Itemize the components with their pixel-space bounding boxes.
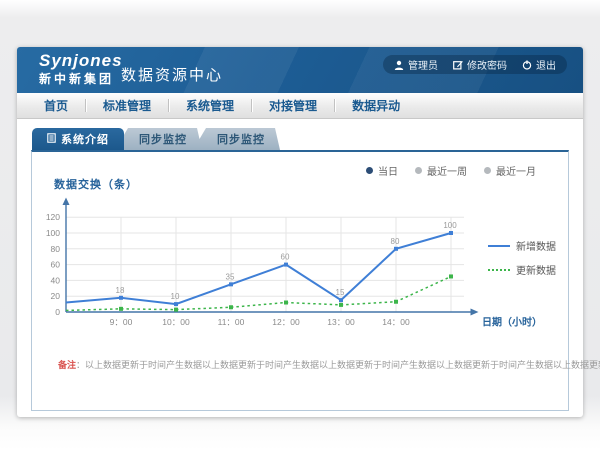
svg-text:18: 18 bbox=[116, 286, 125, 295]
nav-item-系统管理[interactable]: 系统管理 bbox=[169, 97, 251, 114]
doc-icon bbox=[47, 133, 56, 146]
svg-text:0: 0 bbox=[55, 307, 60, 317]
svg-text:100: 100 bbox=[46, 228, 60, 238]
filter-dot bbox=[366, 167, 373, 174]
svg-text:14：00: 14：00 bbox=[382, 317, 410, 327]
svg-text:35: 35 bbox=[226, 272, 235, 281]
filter-label: 最近一周 bbox=[427, 163, 467, 178]
footer-note: 备注：以上数据更新于时间产生数据以上数据更新于时间产生数据以上数据更新于时间产生… bbox=[58, 358, 600, 371]
legend-label: 新增数据 bbox=[516, 238, 556, 253]
logo-brand-text: Synjones bbox=[39, 52, 123, 71]
filter-最近一周[interactable]: 最近一周 bbox=[415, 163, 467, 178]
footer-note-text: ：以上数据更新于时间产生数据以上数据更新于时间产生数据以上数据更新于时间产生数据… bbox=[76, 360, 600, 370]
legend-swatch bbox=[488, 269, 510, 271]
user-icon bbox=[394, 60, 404, 70]
svg-text:10: 10 bbox=[171, 292, 180, 301]
tab-bar: 系统介绍 同步监控 同步监控 bbox=[32, 128, 569, 150]
svg-text:13：00: 13：00 bbox=[327, 317, 355, 327]
tab-label: 同步监控 bbox=[139, 131, 187, 147]
logout-icon bbox=[522, 60, 532, 70]
svg-text:日期（小时）: 日期（小时） bbox=[482, 316, 542, 329]
tab-同步监控-2[interactable]: 同步监控 bbox=[193, 128, 280, 150]
user-menu-item-label: 退出 bbox=[536, 57, 556, 72]
svg-text:12：00: 12：00 bbox=[272, 317, 300, 327]
user-menu: 管理员 修改密码 退出 bbox=[383, 55, 567, 74]
svg-text:11：00: 11：00 bbox=[218, 317, 245, 327]
tab-同步监控-1[interactable]: 同步监控 bbox=[115, 128, 202, 150]
filter-label: 最近一月 bbox=[496, 163, 536, 178]
user-menu-item-label: 修改密码 bbox=[467, 57, 507, 72]
series-legend: 新增数据更新数据 bbox=[488, 238, 556, 277]
company-logo: Synjones 新中新集团 bbox=[39, 52, 123, 86]
app-header: Synjones 新中新集团 数据资源中心 管理员 修改密码 退出 bbox=[17, 47, 583, 93]
user-menu-item-label: 管理员 bbox=[408, 57, 438, 72]
filter-最近一月[interactable]: 最近一月 bbox=[484, 163, 536, 178]
nav-item-标准管理[interactable]: 标准管理 bbox=[86, 97, 168, 114]
svg-text:60: 60 bbox=[51, 260, 61, 270]
svg-text:40: 40 bbox=[51, 275, 61, 285]
filter-dot bbox=[484, 167, 491, 174]
svg-text:10：00: 10：00 bbox=[162, 317, 190, 327]
filter-dot bbox=[415, 167, 422, 174]
main-nav: 首页标准管理系统管理对接管理数据异动 bbox=[17, 93, 583, 119]
logo-company-name: 新中新集团 bbox=[39, 73, 123, 86]
svg-text:15: 15 bbox=[336, 288, 345, 297]
nav-item-对接管理[interactable]: 对接管理 bbox=[252, 97, 334, 114]
svg-text:60: 60 bbox=[281, 253, 290, 262]
filter-label: 当日 bbox=[378, 163, 398, 178]
app-window: Synjones 新中新集团 数据资源中心 管理员修改密码退出 首页标准管理系统… bbox=[17, 47, 583, 417]
svg-text:9：00: 9：00 bbox=[110, 317, 133, 327]
user-menu-item-修改密码[interactable]: 修改密码 bbox=[453, 57, 507, 72]
nav-item-数据异动[interactable]: 数据异动 bbox=[335, 97, 417, 114]
range-filter-legend: 当日 最近一周 最近一月 bbox=[366, 163, 536, 178]
legend-swatch bbox=[488, 245, 510, 247]
page-title: 数据资源中心 bbox=[121, 64, 223, 85]
user-menu-item-退出[interactable]: 退出 bbox=[522, 57, 556, 72]
svg-text:80: 80 bbox=[51, 244, 61, 254]
svg-text:100: 100 bbox=[443, 221, 457, 230]
tab-系统介绍-0[interactable]: 系统介绍 bbox=[32, 128, 124, 150]
edit-icon bbox=[453, 60, 463, 70]
legend-新增数据[interactable]: 新增数据 bbox=[488, 238, 556, 253]
footer-note-prefix: 备注 bbox=[58, 360, 76, 370]
nav-item-首页[interactable]: 首页 bbox=[27, 97, 85, 114]
tab-label: 同步监控 bbox=[217, 131, 265, 147]
svg-text:20: 20 bbox=[51, 291, 61, 301]
svg-text:120: 120 bbox=[46, 212, 60, 222]
svg-text:80: 80 bbox=[391, 237, 400, 246]
content-area: 系统介绍 同步监控 同步监控 当日 最近一周 最近一月 数据交换（条） 0 20 40 60 8… bbox=[17, 120, 583, 417]
legend-更新数据[interactable]: 更新数据 bbox=[488, 262, 556, 277]
user-menu-item-管理员[interactable]: 管理员 bbox=[394, 57, 438, 72]
tab-label: 系统介绍 bbox=[61, 131, 109, 147]
chart-y-axis-title: 数据交换（条） bbox=[54, 176, 138, 192]
filter-当日[interactable]: 当日 bbox=[366, 163, 398, 178]
tab-panel: 当日 最近一周 最近一月 数据交换（条） 0 20 40 60 80 100 120 9：00 10… bbox=[31, 150, 569, 411]
legend-label: 更新数据 bbox=[516, 262, 556, 277]
